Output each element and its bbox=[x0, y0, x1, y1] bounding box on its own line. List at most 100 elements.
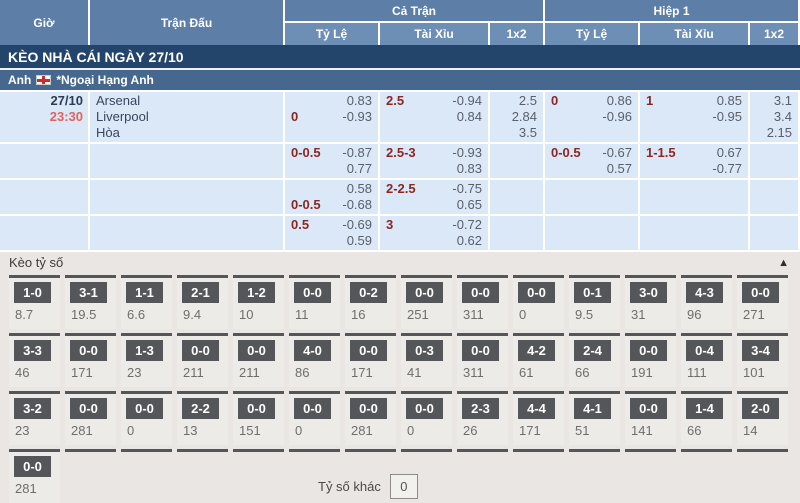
score-cell: 2-19.4 bbox=[177, 275, 228, 329]
score-cell: 0-0151 bbox=[233, 391, 284, 445]
score-badge[interactable]: 0-4 bbox=[686, 340, 723, 361]
score-badge[interactable]: 0-0 bbox=[350, 340, 387, 361]
ft-handicap-odds-cell[interactable]: 0.830-0.93 bbox=[285, 92, 378, 142]
away-team: Liverpool bbox=[96, 109, 277, 125]
score-badge[interactable]: 0-0 bbox=[238, 398, 275, 419]
handicap-label: 3 bbox=[386, 217, 393, 233]
score-badge[interactable]: 0-0 bbox=[630, 340, 667, 361]
score-badge[interactable]: 2-2 bbox=[182, 398, 219, 419]
score-badge[interactable]: 0-2 bbox=[350, 282, 387, 303]
score-badge[interactable]: 1-2 bbox=[238, 282, 275, 303]
score-badge[interactable]: 1-3 bbox=[126, 340, 163, 361]
score-badge[interactable]: 0-0 bbox=[14, 456, 51, 477]
correct-score-header: Kèo tỷ số ▲ bbox=[0, 250, 800, 273]
score-odds: 0 bbox=[513, 303, 564, 322]
score-cell: 0-0311 bbox=[457, 333, 508, 387]
score-badge[interactable]: 4-3 bbox=[686, 282, 723, 303]
ft-overunder-odds-cell[interactable]: 2.5-3-0.930.83 bbox=[380, 144, 488, 178]
score-badge[interactable]: 0-0 bbox=[742, 282, 779, 303]
empty-match-cell bbox=[90, 180, 283, 214]
score-badge[interactable]: 0-0 bbox=[126, 398, 163, 419]
score-cell: 1-16.6 bbox=[121, 275, 172, 329]
h1-overunder-odds-cell[interactable]: 10.85-0.95 bbox=[640, 92, 748, 142]
empty-time-cell bbox=[0, 144, 88, 178]
score-badge[interactable]: 0-0 bbox=[294, 282, 331, 303]
score-badge[interactable]: 0-0 bbox=[294, 398, 331, 419]
score-badge[interactable]: 0-0 bbox=[238, 340, 275, 361]
score-odds: 191 bbox=[625, 361, 676, 380]
odds-value: -0.69 bbox=[342, 217, 372, 233]
handicap-label: 0-0.5 bbox=[291, 197, 321, 213]
score-badge[interactable]: 4-0 bbox=[294, 340, 331, 361]
handicap-label: 0-0.5 bbox=[291, 145, 321, 161]
score-cell: 1-323 bbox=[121, 333, 172, 387]
score-cell: 2-014 bbox=[737, 391, 788, 445]
score-badge[interactable]: 0-0 bbox=[406, 282, 443, 303]
h1-overunder-odds-cell[interactable]: 1-1.50.67-0.77 bbox=[640, 144, 748, 178]
collapse-arrow-icon[interactable]: ▲ bbox=[778, 257, 789, 269]
score-badge[interactable]: 0-0 bbox=[630, 398, 667, 419]
score-badge[interactable]: 0-0 bbox=[70, 398, 107, 419]
odds-value: 3.5 bbox=[519, 125, 537, 141]
score-odds: 13 bbox=[177, 419, 228, 438]
score-badge[interactable]: 0-3 bbox=[406, 340, 443, 361]
score-badge[interactable]: 0-0 bbox=[462, 340, 499, 361]
h1-1x2-odds-cell[interactable]: 3.13.42.15 bbox=[750, 92, 798, 142]
odds-value: 0.86 bbox=[607, 93, 632, 109]
score-badge[interactable]: 2-3 bbox=[462, 398, 499, 419]
h1-handicap-odds-cell[interactable]: 00.86-0.96 bbox=[545, 92, 638, 142]
score-row: 1-08.73-119.51-16.62-19.41-2100-0110-216… bbox=[0, 275, 800, 329]
score-badge[interactable]: 3-0 bbox=[630, 282, 667, 303]
score-cell-empty bbox=[121, 449, 172, 503]
ft-handicap-odds-cell[interactable]: 0-0.5-0.870.77 bbox=[285, 144, 378, 178]
score-badge[interactable]: 3-4 bbox=[742, 340, 779, 361]
other-score-input[interactable] bbox=[390, 474, 418, 499]
score-badge[interactable]: 4-4 bbox=[518, 398, 555, 419]
score-badge[interactable]: 0-0 bbox=[350, 398, 387, 419]
score-badge[interactable]: 0-0 bbox=[70, 340, 107, 361]
correct-score-section: Kèo tỷ số ▲ 1-08.73-119.51-16.62-19.41-2… bbox=[0, 250, 800, 503]
score-badge[interactable]: 4-1 bbox=[574, 398, 611, 419]
score-badge[interactable]: 0-0 bbox=[462, 282, 499, 303]
match-teams-cell[interactable]: Arsenal Liverpool Hòa bbox=[90, 92, 283, 142]
score-badge[interactable]: 0-0 bbox=[518, 282, 555, 303]
odds-value: 0.83 bbox=[457, 161, 482, 177]
score-cell: 1-210 bbox=[233, 275, 284, 329]
score-badge[interactable]: 3-3 bbox=[14, 340, 51, 361]
odds-row-alt: 0.5-0.690.59 3-0.720.62 bbox=[0, 216, 800, 250]
score-odds: 281 bbox=[9, 477, 60, 496]
ft-handicap-odds-cell[interactable]: 0.580-0.5-0.68 bbox=[285, 180, 378, 214]
h1-handicap-odds-cell[interactable]: 0-0.5-0.670.57 bbox=[545, 144, 638, 178]
correct-score-title: Kèo tỷ số bbox=[9, 255, 63, 270]
score-badge[interactable]: 0-0 bbox=[406, 398, 443, 419]
score-badge[interactable]: 1-4 bbox=[686, 398, 723, 419]
ft-handicap-odds-cell[interactable]: 0.5-0.690.59 bbox=[285, 216, 378, 250]
ft-1x2-odds-cell[interactable]: 2.52.843.5 bbox=[490, 92, 543, 142]
ft-overunder-odds-cell[interactable]: 3-0.720.62 bbox=[380, 216, 488, 250]
score-badge[interactable]: 0-0 bbox=[182, 340, 219, 361]
column-header-match: Trận Đấu bbox=[90, 0, 283, 45]
score-cell: 3-4101 bbox=[737, 333, 788, 387]
odds-row-alt: 0.580-0.5-0.68 2-2.5-0.750.65 bbox=[0, 180, 800, 214]
score-badge[interactable]: 1-1 bbox=[126, 282, 163, 303]
score-badge[interactable]: 3-2 bbox=[14, 398, 51, 419]
score-badge[interactable]: 2-4 bbox=[574, 340, 611, 361]
score-cell-empty bbox=[65, 449, 116, 503]
score-odds: 211 bbox=[233, 361, 284, 380]
score-cell: 0-0141 bbox=[625, 391, 676, 445]
odds-value: -0.67 bbox=[602, 145, 632, 161]
score-badge[interactable]: 2-0 bbox=[742, 398, 779, 419]
score-odds: 23 bbox=[121, 361, 172, 380]
score-badge[interactable]: 2-1 bbox=[182, 282, 219, 303]
score-badge[interactable]: 1-0 bbox=[14, 282, 51, 303]
odds-row-main: 27/10 23:30 Arsenal Liverpool Hòa 0.830-… bbox=[0, 92, 800, 142]
column-header-ft-handicap: Tỷ Lệ bbox=[285, 23, 378, 45]
score-odds: 51 bbox=[569, 419, 620, 438]
ft-overunder-odds-cell[interactable]: 2.5-0.940.84 bbox=[380, 92, 488, 142]
score-badge[interactable]: 4-2 bbox=[518, 340, 555, 361]
league-country: Anh bbox=[8, 73, 31, 87]
ft-overunder-odds-cell[interactable]: 2-2.5-0.750.65 bbox=[380, 180, 488, 214]
score-odds: 0 bbox=[121, 419, 172, 438]
score-badge[interactable]: 0-1 bbox=[574, 282, 611, 303]
score-badge[interactable]: 3-1 bbox=[70, 282, 107, 303]
